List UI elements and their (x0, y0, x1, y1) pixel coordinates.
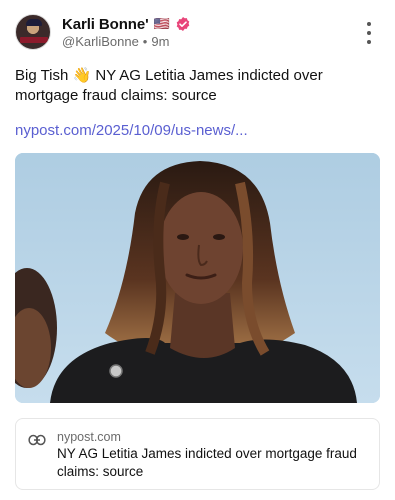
flag-icon: 🇺🇸 (153, 16, 170, 31)
link-card-domain: nypost.com (57, 430, 121, 444)
post-image[interactable] (15, 153, 380, 403)
author-meta: @KarliBonne • 9m (62, 34, 169, 49)
post-timestamp[interactable]: 9m (151, 34, 169, 49)
author-handle[interactable]: @KarliBonne (62, 34, 139, 49)
author-name-row: Karli Bonne' 🇺🇸 (62, 14, 191, 34)
avatar[interactable] (15, 14, 51, 50)
author-display-name[interactable]: Karli Bonne' (62, 16, 149, 33)
link-preview-card[interactable]: nypost.com NY AG Letitia James indicted … (15, 418, 380, 490)
post-link[interactable]: nypost.com/2025/10/09/us-news/... (15, 122, 248, 139)
post: Karli Bonne' 🇺🇸 @KarliBonne • 9m Big Tis… (0, 0, 395, 500)
post-text: Big Tish 👋 NY AG Letitia James indicted … (15, 67, 323, 104)
verified-badge-icon (176, 17, 190, 31)
link-icon (28, 434, 46, 446)
more-options-icon[interactable] (362, 22, 376, 44)
link-card-title: NY AG Letitia James indicted over mortga… (57, 446, 357, 479)
meta-separator: • (142, 34, 148, 49)
avatar-cap (26, 19, 42, 26)
avatar-banner (20, 37, 48, 43)
